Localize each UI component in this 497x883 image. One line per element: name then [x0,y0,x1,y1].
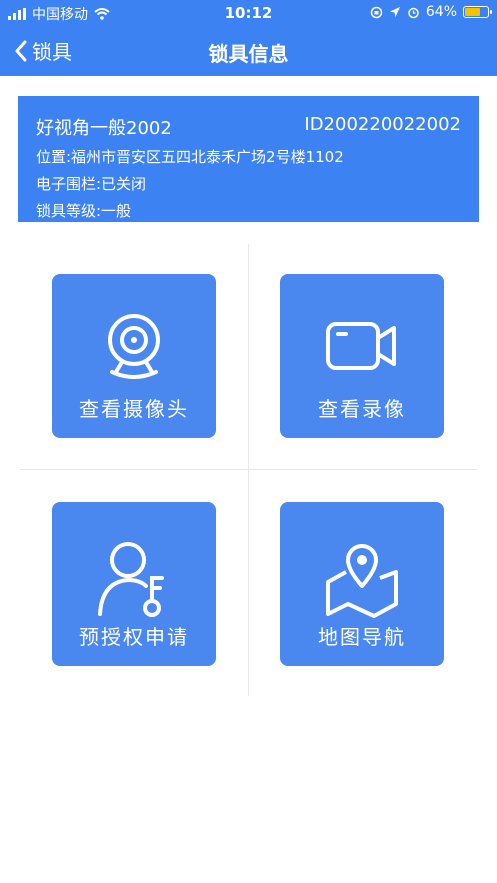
lock-location: 位置:福州市晋安区五四北泰禾广场2号楼1102 [36,148,344,166]
lock-info-card: 好视角一般2002 ID200220022002 位置:福州市晋安区五四北泰禾广… [18,96,479,222]
alarm-icon [408,7,419,18]
status-bar: 中国移动 10:12 64% [0,0,497,26]
lock-id: ID200220022002 [304,114,461,135]
location-arrow-icon [389,7,400,17]
view-camera-button[interactable]: 查看摄像头 [52,274,216,438]
grid-divider-vertical [248,244,249,696]
map-navigation-label: 地图导航 [318,625,406,649]
lock-name: 好视角一般2002 [36,118,172,139]
video-camera-icon [326,322,396,370]
page-title: 锁具信息 [208,42,289,66]
user-key-icon [98,542,164,617]
battery-icon [463,6,492,18]
view-video-button[interactable]: 查看录像 [280,274,444,438]
view-camera-label: 查看摄像头 [79,397,189,421]
map-navigation-button[interactable]: 地图导航 [280,502,444,666]
pre-authorization-label: 预授权申请 [79,625,189,649]
nav-bar: 锁具 锁具信息 [0,26,497,76]
grid-divider-horizontal [20,469,477,470]
view-video-label: 查看录像 [318,397,406,421]
orientation-lock-icon [370,6,383,18]
map-pin-icon [326,544,398,618]
lock-fence-status: 电子围栏:已关闭 [36,175,147,193]
pre-authorization-button[interactable]: 预授权申请 [52,502,216,666]
webcam-icon [108,314,160,379]
lock-level: 锁具等级:一般 [36,202,132,220]
status-right: 64% [370,4,492,20]
battery-percent: 64% [425,4,457,20]
